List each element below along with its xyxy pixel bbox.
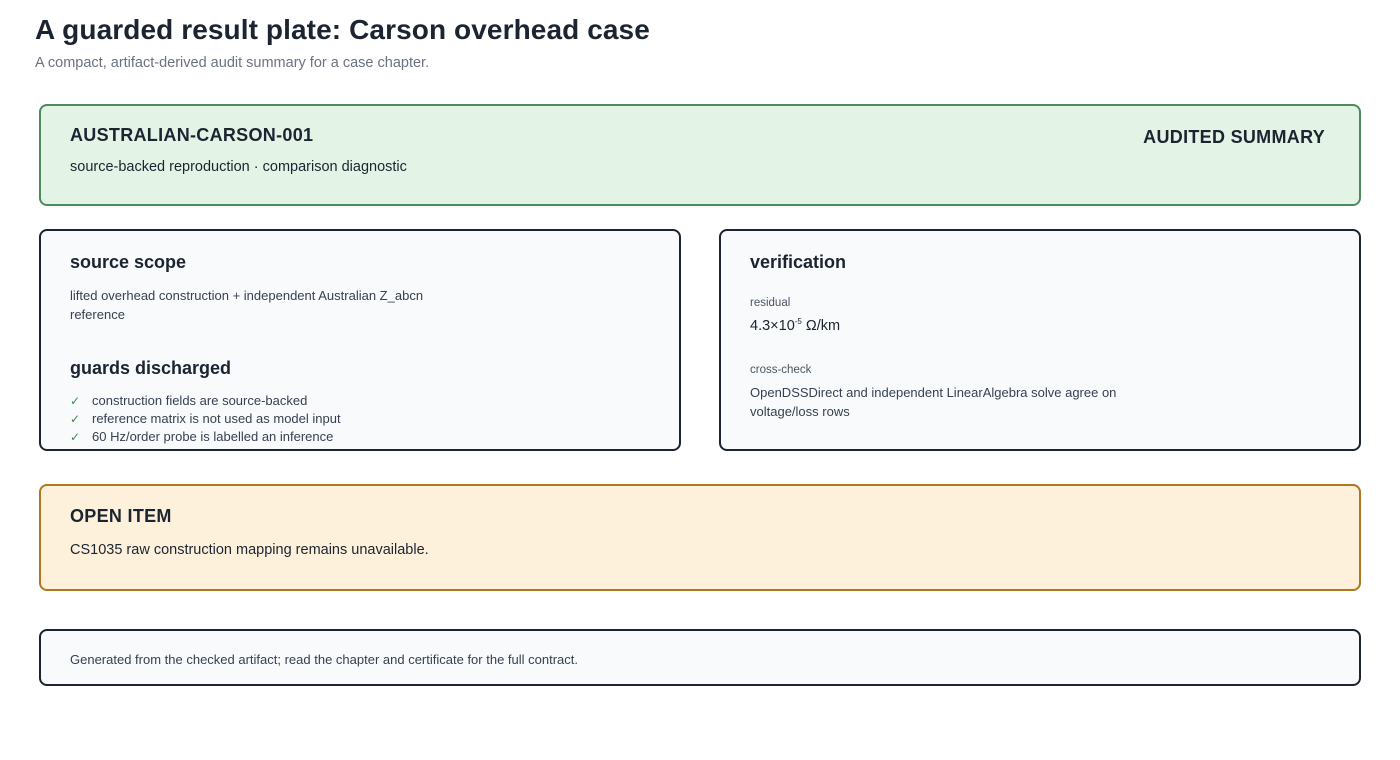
residual-exponent: -5 xyxy=(794,317,802,326)
guard-text: 60 Hz/order probe is labelled an inferen… xyxy=(92,429,334,444)
residual-value: 4.3×10-5 Ω/km xyxy=(750,317,840,334)
residual-unit: Ω/km xyxy=(801,317,841,334)
case-id: AUSTRALIAN-CARSON-001 xyxy=(70,125,314,145)
case-description: source-backed reproduction · comparison … xyxy=(70,159,407,175)
guard-item: ✓ reference matrix is not used as model i… xyxy=(70,410,341,428)
audited-summary-badge: AUDITED SUMMARY xyxy=(1143,127,1325,147)
page-subtitle: A compact, artifact-derived audit summar… xyxy=(35,55,430,71)
residual-mantissa: 4.3×10 xyxy=(750,317,795,334)
footer-card: Generated from the checked artifact; rea… xyxy=(39,629,1361,686)
page-title: A guarded result plate: Carson overhead … xyxy=(35,14,650,45)
guard-item: ✓ construction fields are source-backed xyxy=(70,392,341,410)
open-item-card: OPEN ITEM CS1035 raw construction mappin… xyxy=(39,484,1361,591)
crosscheck-text: OpenDSSDirect and independent LinearAlge… xyxy=(750,385,1117,419)
guard-text: reference matrix is not used as model in… xyxy=(92,411,341,426)
guards-list: ✓ construction fields are source-backed ✓… xyxy=(70,392,341,446)
verification-card: verification residual 4.3×10-5 Ω/km cros… xyxy=(719,229,1361,451)
verification-heading: verification xyxy=(750,252,847,272)
guard-text: construction fields are source-backed xyxy=(92,393,308,408)
open-item-heading: OPEN ITEM xyxy=(70,506,172,526)
check-icon: ✓ xyxy=(70,430,81,444)
source-scope-text: lifted overhead construction + independe… xyxy=(70,288,424,322)
check-icon: ✓ xyxy=(70,412,81,426)
residual-label: residual xyxy=(750,297,791,309)
case-header-card: AUSTRALIAN-CARSON-001 source-backed repr… xyxy=(39,104,1361,206)
open-item-text: CS1035 raw construction mapping remains … xyxy=(70,542,429,558)
crosscheck-label: cross-check xyxy=(750,364,812,376)
source-scope-heading: source scope xyxy=(70,252,187,272)
check-icon: ✓ xyxy=(70,394,81,408)
source-scope-card: source scope lifted overhead constructio… xyxy=(39,229,681,451)
guard-item: ✓ 60 Hz/order probe is labelled an infere… xyxy=(70,428,341,446)
guards-heading: guards discharged xyxy=(70,358,232,378)
footer-text: Generated from the checked artifact; rea… xyxy=(70,652,578,667)
